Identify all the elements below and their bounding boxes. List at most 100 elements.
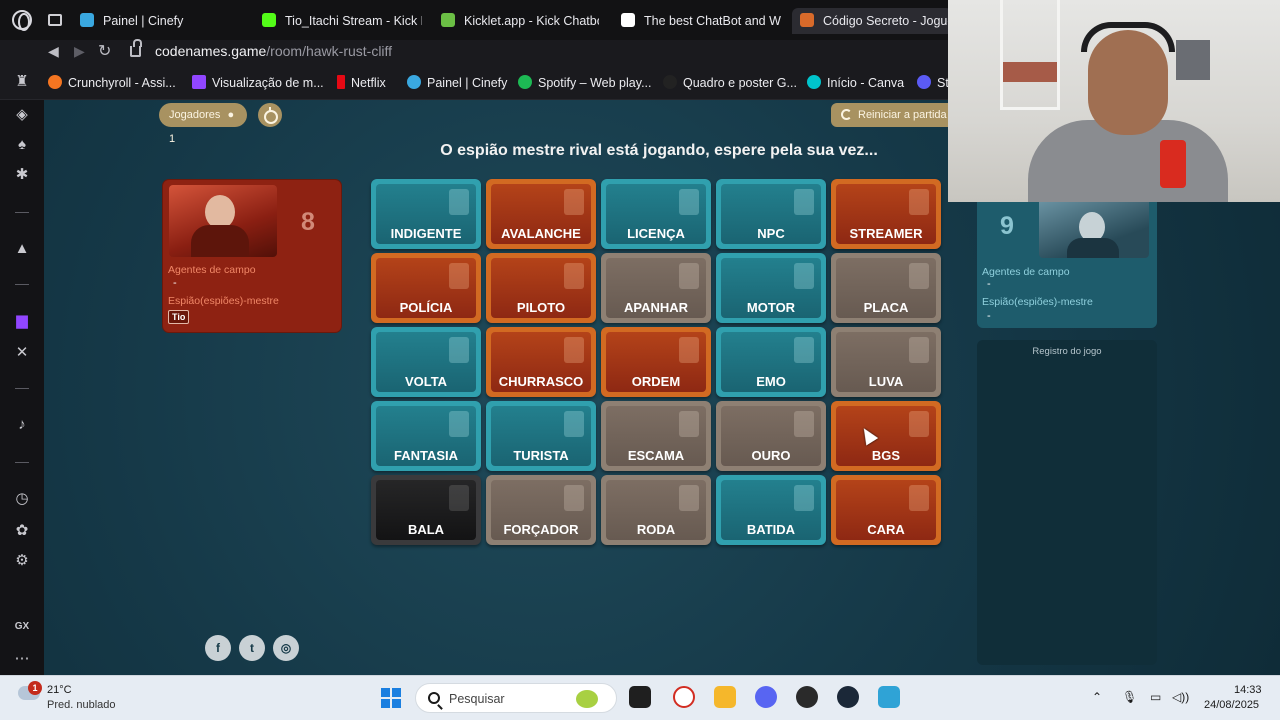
opera-logo-icon[interactable] [12, 10, 32, 31]
steam-icon[interactable] [837, 686, 859, 708]
x-icon[interactable]: ✕ [13, 344, 31, 362]
tab-menu-icon[interactable] [48, 14, 62, 26]
tab-cinefy[interactable]: Painel | Cinefy [80, 8, 230, 34]
volume-icon[interactable]: ◁)) [1172, 690, 1189, 704]
more-icon[interactable]: ⋯ [13, 650, 31, 668]
network-icon[interactable]: ▭ [1150, 690, 1161, 704]
word-card-red[interactable]: BGS [831, 401, 941, 471]
game-log-panel[interactable]: Registro do jogo [977, 340, 1157, 665]
word-card-neutral[interactable]: RODA [601, 475, 711, 545]
word-card-blue[interactable]: FANTASIA [371, 401, 481, 471]
pinboard-icon[interactable]: ▲ [13, 240, 31, 258]
crypto-icon[interactable]: ✱ [13, 166, 31, 184]
word-card-red[interactable]: CARA [831, 475, 941, 545]
word-card-red[interactable]: CHURRASCO [486, 327, 596, 397]
extensions-icon[interactable]: ✿ [13, 522, 31, 540]
word-card-blue[interactable]: NPC [716, 179, 826, 249]
bookmark-twitch[interactable]: Visualização de m... [192, 75, 324, 90]
forward-icon[interactable]: ▶ [74, 43, 85, 60]
weather-condition[interactable]: Pred. nublado [47, 699, 116, 711]
red-spymaster-tag[interactable]: Tio [168, 310, 190, 324]
discord-icon[interactable] [755, 686, 777, 708]
bookmark-manager-icon[interactable]: ♜ [13, 73, 31, 91]
url-field[interactable]: codenames.game/room/hawk-rust-cliff [155, 43, 392, 59]
settings-icon[interactable]: ⚙ [13, 552, 31, 570]
restart-game-button[interactable]: Reiniciar a partida [831, 103, 961, 127]
gx-icon[interactable]: GX [13, 618, 31, 636]
restart-icon [841, 109, 852, 120]
history-icon[interactable]: ◷ [13, 490, 31, 508]
word-card-neutral[interactable]: APANHAR [601, 253, 711, 323]
clock-time[interactable]: 14:33 [1234, 684, 1262, 696]
music-icon[interactable]: ♪ [13, 416, 31, 434]
bookmark-canva[interactable]: Início - Canva [807, 75, 904, 90]
twitter-icon[interactable]: t [239, 635, 265, 661]
card-emblem-icon [794, 189, 814, 215]
tab-chatbot[interactable]: The best ChatBot and Wi [621, 8, 781, 34]
bookmark-label: Quadro e poster G... [683, 76, 797, 90]
card-word: RODA [636, 522, 676, 537]
word-card-blue[interactable]: TURISTA [486, 401, 596, 471]
notification-badge: 1 [28, 681, 42, 695]
word-card-blue[interactable]: BATIDA [716, 475, 826, 545]
notepad-icon[interactable] [878, 686, 900, 708]
microphone-icon[interactable]: 🎙 [1122, 690, 1137, 704]
taskbar-search[interactable]: Pesquisar [415, 683, 617, 713]
bookmark-quadro[interactable]: Quadro e poster G... [663, 75, 797, 90]
bookmark-spotify[interactable]: Spotify – Web play... [518, 75, 651, 90]
word-card-blue[interactable]: EMO [716, 327, 826, 397]
sidebar-divider [15, 212, 29, 213]
word-card-blue[interactable]: MOTOR [716, 253, 826, 323]
bookmark-st[interactable]: St [917, 75, 949, 90]
card-word: TURISTA [513, 448, 569, 463]
word-card-black[interactable]: BALA [371, 475, 481, 545]
marketplace-icon[interactable]: ♠ [13, 136, 31, 154]
word-card-neutral[interactable]: FORÇADOR [486, 475, 596, 545]
opera-gx-taskbar-icon[interactable] [673, 686, 695, 708]
screen: Painel | Cinefy Tio_Itachi Stream - Kick… [0, 0, 1280, 720]
players-button[interactable]: Jogadores ● 1 [159, 103, 247, 145]
word-card-red[interactable]: STREAMER [831, 179, 941, 249]
twitch-icon[interactable]: ▆ [13, 312, 31, 330]
word-card-neutral[interactable]: ESCAMA [601, 401, 711, 471]
timer-icon[interactable] [258, 103, 282, 127]
tray-chevron-icon[interactable]: ⌃ [1092, 690, 1102, 704]
reload-icon[interactable]: ↻ [98, 41, 111, 61]
tab-label: Código Secreto - Jogue [823, 14, 952, 28]
tab-kick-stream[interactable]: Tio_Itachi Stream - Kick D [262, 8, 422, 34]
clock-date[interactable]: 24/08/2025 [1204, 699, 1259, 711]
word-card-blue[interactable]: VOLTA [371, 327, 481, 397]
word-card-blue[interactable]: LICENÇA [601, 179, 711, 249]
facebook-icon[interactable]: f [205, 635, 231, 661]
word-card-blue[interactable]: INDIGENTE [371, 179, 481, 249]
word-card-red[interactable]: POLÍCIA [371, 253, 481, 323]
bookmark-cinefy[interactable]: Painel | Cinefy [407, 75, 507, 90]
bookmark-label: Spotify – Web play... [538, 76, 652, 90]
sidebar-divider [15, 284, 29, 285]
tab-kicklet[interactable]: Kicklet.app - Kick Chatbo [441, 8, 599, 34]
shelf-items [1003, 62, 1057, 82]
bookmark-crunchyroll[interactable]: Crunchyroll - Assi... [48, 75, 176, 90]
word-card-red[interactable]: AVALANCHE [486, 179, 596, 249]
obs-icon[interactable] [796, 686, 818, 708]
word-card-red[interactable]: PILOTO [486, 253, 596, 323]
card-word: BATIDA [746, 522, 796, 537]
word-card-neutral[interactable]: PLACA [831, 253, 941, 323]
tab-codenames-active[interactable]: Código Secreto - Jogue [792, 8, 952, 34]
card-word: MOTOR [746, 300, 796, 315]
file-explorer-icon[interactable] [714, 686, 736, 708]
chatbot-favicon-icon [621, 13, 635, 27]
back-icon[interactable]: ◀ [48, 43, 59, 60]
card-emblem-icon [909, 263, 929, 289]
task-view-icon[interactable] [629, 686, 651, 708]
word-card-red[interactable]: ORDEM [601, 327, 711, 397]
word-card-neutral[interactable]: OURO [716, 401, 826, 471]
lock-icon[interactable] [130, 39, 142, 57]
windows-start-icon[interactable] [381, 688, 401, 708]
word-card-neutral[interactable]: LUVA [831, 327, 941, 397]
bookmark-netflix[interactable]: Netflix [337, 75, 386, 90]
aria-icon[interactable]: ◈ [13, 106, 31, 124]
blue-spymaster-avatar [1039, 196, 1149, 258]
temperature[interactable]: 21°C [47, 684, 72, 696]
instagram-icon[interactable]: ◎ [273, 635, 299, 661]
